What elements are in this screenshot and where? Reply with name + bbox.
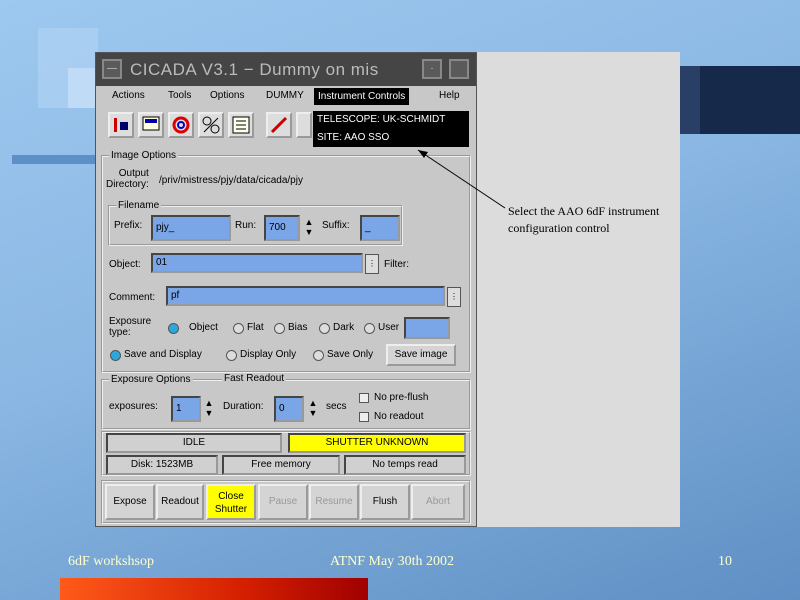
footer-page-number: 10 xyxy=(718,554,732,569)
callout-arrow xyxy=(417,149,506,209)
footer-center: ATNF May 30th 2002 xyxy=(330,554,455,569)
footer-left: 6dF workshsop xyxy=(68,554,154,569)
